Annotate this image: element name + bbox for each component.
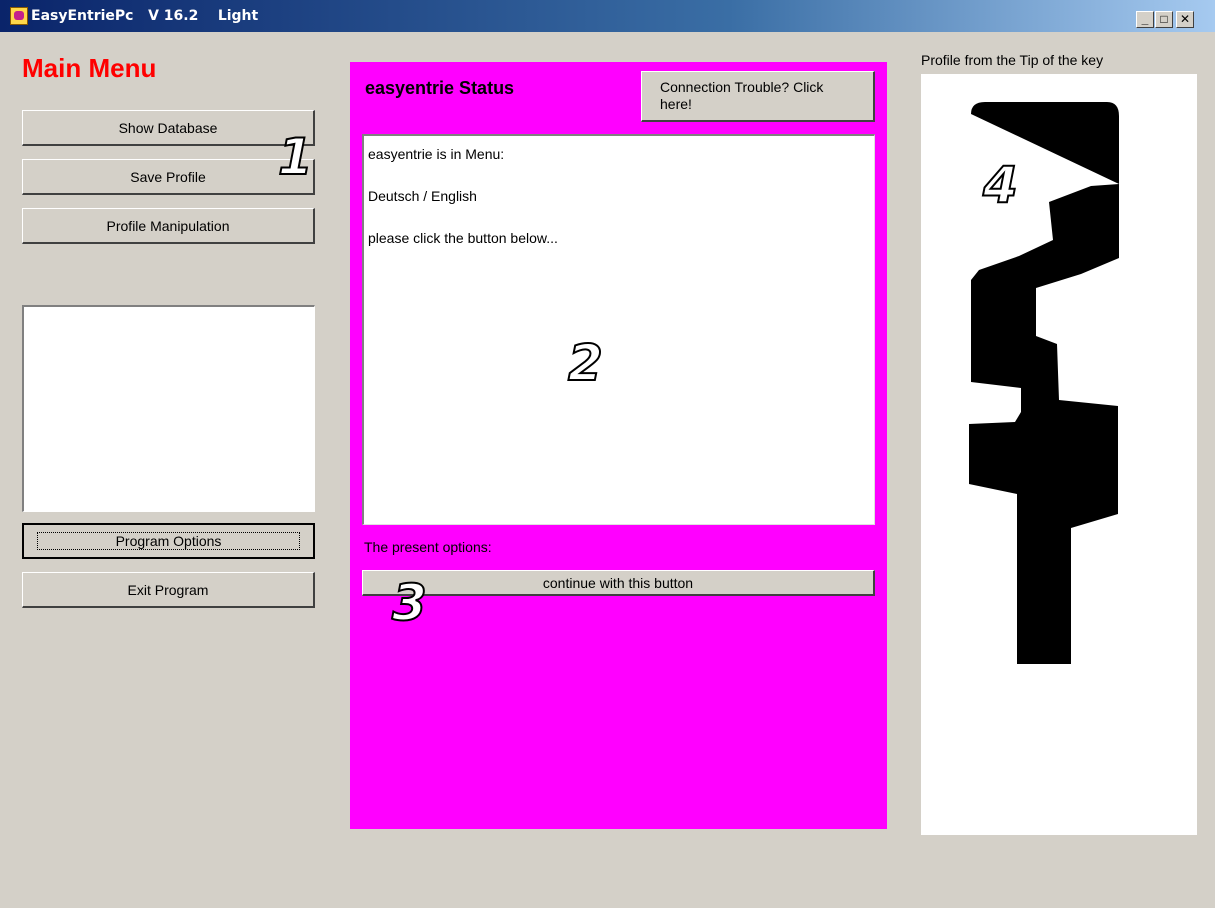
annotation-marker-1: 1 [277, 128, 314, 186]
profile-label: Profile from the Tip of the key [921, 52, 1104, 68]
maximize-button[interactable]: □ [1155, 11, 1173, 28]
title-bar[interactable]: EasyEntriePc V 16.2 Light _ □ ✕ [0, 0, 1215, 32]
program-options-button[interactable]: Program Options [22, 523, 315, 559]
present-options-label: The present options: [364, 539, 492, 555]
status-panel: easyentrie Status Connection Trouble? Cl… [350, 62, 887, 829]
exit-program-button[interactable]: Exit Program [22, 572, 315, 608]
annotation-marker-2: 2 [567, 334, 604, 392]
key-profile-view [921, 74, 1197, 835]
annotation-marker-3: 3 [391, 574, 428, 632]
profile-list-box[interactable] [22, 305, 315, 512]
status-title: easyentrie Status [365, 78, 515, 98]
app-window: EasyEntriePc V 16.2 Light _ □ ✕ Main Men… [0, 0, 1215, 908]
status-text-area[interactable]: easyentrie is in Menu: Deutsch / English… [362, 134, 875, 525]
app-logo-icon [10, 7, 28, 25]
window-title: EasyEntriePc V 16.2 Light [31, 8, 259, 24]
status-line-menu: easyentrie is in Menu: [368, 146, 505, 162]
status-line-language: Deutsch / English [368, 188, 477, 204]
continue-button[interactable]: continue with this button [362, 570, 875, 596]
profile-manipulation-button[interactable]: Profile Manipulation [22, 208, 315, 244]
program-options-label: Program Options [36, 532, 301, 550]
show-database-button[interactable]: Show Database [22, 110, 315, 146]
annotation-marker-4: 4 [982, 156, 1019, 214]
main-menu-title: Main Menu [22, 53, 157, 83]
status-line-instruction: please click the button below... [368, 230, 558, 246]
minimize-button[interactable]: _ [1136, 11, 1154, 28]
close-button[interactable]: ✕ [1176, 11, 1194, 28]
connection-trouble-button[interactable]: Connection Trouble? Click here! [641, 71, 875, 122]
key-profile-image [969, 102, 1119, 664]
save-profile-button[interactable]: Save Profile [22, 159, 315, 195]
